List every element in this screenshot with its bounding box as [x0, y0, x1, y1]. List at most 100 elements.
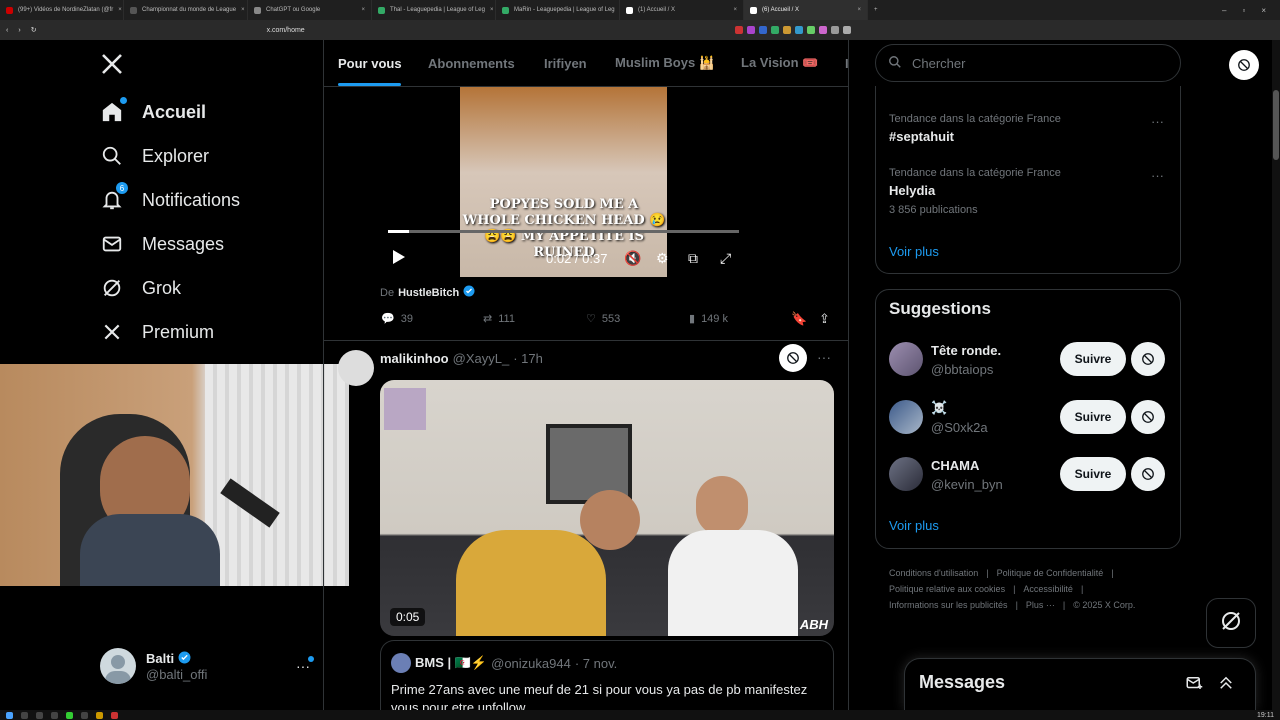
trend-more-icon[interactable]: ··· — [1151, 168, 1164, 183]
close-icon[interactable]: × — [118, 7, 122, 13]
nav-home[interactable]: Accueil — [100, 97, 206, 124]
repost-button[interactable]: ⇄ 111 — [483, 312, 515, 326]
taskbar-app-icon[interactable] — [96, 711, 103, 719]
block-icon[interactable] — [1131, 457, 1165, 491]
suggestions-see-more-link[interactable]: Voir plus — [889, 518, 939, 533]
start-icon[interactable] — [6, 711, 13, 719]
post-time[interactable]: · 17h — [513, 351, 543, 366]
suggested-user[interactable]: CHAMA @kevin_byn — [931, 458, 1003, 492]
views-button[interactable]: ▮ 149 k — [689, 312, 728, 326]
block-icon[interactable] — [1229, 50, 1259, 80]
browser-tab[interactable]: ChatGPT ou Google × — [248, 0, 372, 20]
extension-icon[interactable] — [758, 26, 767, 34]
block-icon[interactable] — [1131, 400, 1165, 434]
trend-item[interactable]: Tendance dans la catégorie France #septa… — [889, 113, 1061, 144]
browser-tab[interactable]: (99+) Vidéos de NordineZlatan (@fr × — [0, 0, 124, 20]
video-player[interactable]: POPYES SOLD ME A WHOLE CHICKEN HEAD 😢😩😩 … — [380, 87, 747, 277]
footer-link[interactable]: Politique relative aux cookies — [889, 584, 1005, 594]
close-icon[interactable]: × — [361, 7, 365, 13]
scrollbar-thumb[interactable] — [1273, 90, 1279, 160]
footer-more-link[interactable]: Plus ··· — [1026, 600, 1055, 610]
extension-icon[interactable] — [782, 26, 791, 34]
block-icon[interactable] — [1131, 342, 1165, 376]
post-author-handle[interactable]: @XayyL_ — [453, 351, 510, 366]
search-icon[interactable] — [21, 711, 28, 719]
back-icon[interactable]: ‹ — [6, 27, 8, 34]
post-author-name[interactable]: malikinhoo — [380, 351, 449, 366]
forward-icon[interactable]: › — [18, 27, 20, 34]
nav-explore[interactable]: Explorer — [100, 144, 209, 168]
picture-in-picture-icon[interactable]: ⧉ — [688, 250, 698, 267]
extension-icon[interactable] — [830, 26, 839, 34]
block-icon[interactable] — [779, 344, 807, 372]
new-tab-button[interactable]: + — [868, 0, 888, 20]
extension-icon[interactable] — [734, 26, 743, 34]
more-icon[interactable]: ··· — [296, 656, 314, 674]
like-button[interactable]: ♡ 553 — [586, 312, 620, 326]
tab-pour-vous[interactable]: Pour vous — [338, 40, 402, 86]
play-icon[interactable] — [392, 249, 406, 270]
nav-premium[interactable]: Premium — [100, 320, 214, 344]
taskbar-app-icon[interactable] — [51, 711, 58, 719]
trend-more-icon[interactable]: ··· — [1151, 114, 1164, 129]
maximize-icon[interactable]: ▫ — [1242, 6, 1245, 15]
trends-see-more-link[interactable]: Voir plus — [889, 244, 939, 259]
post-more-icon[interactable]: ··· — [817, 349, 831, 365]
close-icon[interactable]: × — [241, 7, 245, 13]
new-message-icon[interactable] — [1185, 674, 1203, 697]
browser-tab-active[interactable]: (6) Accueil / X × — [744, 0, 868, 20]
progress-track[interactable] — [388, 230, 739, 233]
browser-tab[interactable]: Championnat du monde de League × — [124, 0, 248, 20]
follow-button[interactable]: Suivre — [1060, 342, 1126, 376]
settings-icon[interactable]: ⚙ — [656, 250, 669, 267]
footer-link[interactable]: Accessibilité — [1023, 584, 1073, 594]
taskbar-app-icon[interactable] — [81, 711, 88, 719]
mute-icon[interactable]: 🔇 — [624, 250, 641, 267]
extension-icon[interactable] — [770, 26, 779, 34]
tab-la-vision[interactable]: La Vision 🎟️ — [741, 40, 818, 86]
avatar[interactable] — [889, 400, 923, 434]
footer-link[interactable]: Informations sur les publicités — [889, 600, 1008, 610]
bookmark-icon[interactable]: 🔖 — [791, 311, 807, 327]
nav-notifications[interactable]: 6 Notifications — [100, 182, 240, 212]
suggested-user[interactable]: Tête ronde. @bbtaiops — [931, 343, 1001, 377]
footer-link[interactable]: Politique de Confidentialité — [997, 568, 1104, 578]
account-switcher[interactable]: Balti @balti_offi ··· — [100, 648, 314, 684]
taskbar-app-icon[interactable] — [36, 711, 43, 719]
taskbar-app-icon[interactable] — [66, 711, 73, 719]
scrollbar[interactable] — [1272, 40, 1280, 710]
messages-drawer[interactable]: Messages — [904, 658, 1256, 710]
close-icon[interactable]: × — [490, 7, 494, 13]
minimize-icon[interactable]: – — [1222, 6, 1226, 15]
tab-abonnements[interactable]: Abonnements — [428, 40, 515, 86]
nav-messages[interactable]: Messages — [100, 232, 224, 256]
url-field[interactable]: x.com/home — [267, 27, 305, 34]
suggested-user[interactable]: ☠️ @S0xk2a — [931, 400, 988, 435]
share-icon[interactable]: ⇪ — [819, 311, 830, 327]
extension-icon[interactable] — [794, 26, 803, 34]
extension-icon[interactable] — [818, 26, 827, 34]
avatar[interactable] — [889, 457, 923, 491]
taskbar-app-icon[interactable] — [111, 711, 118, 719]
search-input[interactable]: Chercher — [912, 56, 965, 71]
extension-icon[interactable] — [806, 26, 815, 34]
browser-tab[interactable]: (1) Accueil / X × — [620, 0, 744, 20]
browser-tab[interactable]: Thal - Leaguepedia | League of Leg × — [372, 0, 496, 20]
footer-link[interactable]: Conditions d'utilisation — [889, 568, 978, 578]
close-window-icon[interactable]: × — [1261, 6, 1266, 15]
reply-button[interactable]: 💬 39 — [381, 312, 413, 326]
x-logo-icon[interactable] — [100, 52, 124, 81]
extension-icon[interactable] — [746, 26, 755, 34]
avatar[interactable] — [889, 342, 923, 376]
tab-overflow[interactable]: I — [845, 40, 849, 86]
tab-muslim-boys[interactable]: Muslim Boys 🕌 — [615, 40, 715, 86]
source-author-link[interactable]: HustleBitch — [398, 287, 459, 299]
follow-button[interactable]: Suivre — [1060, 457, 1126, 491]
quoted-post[interactable]: BMS | 🇩🇿⚡ @onizuka944 · 7 nov. Prime 27a… — [380, 640, 834, 720]
search-box[interactable]: Chercher — [875, 44, 1181, 82]
fullscreen-icon[interactable]: ⤢ — [720, 250, 731, 267]
grok-floating-button[interactable] — [1206, 598, 1256, 648]
chevron-up-icon[interactable] — [1217, 674, 1235, 697]
extension-icon[interactable] — [842, 26, 851, 34]
trend-item[interactable]: Tendance dans la catégorie France Helydi… — [889, 167, 1061, 216]
